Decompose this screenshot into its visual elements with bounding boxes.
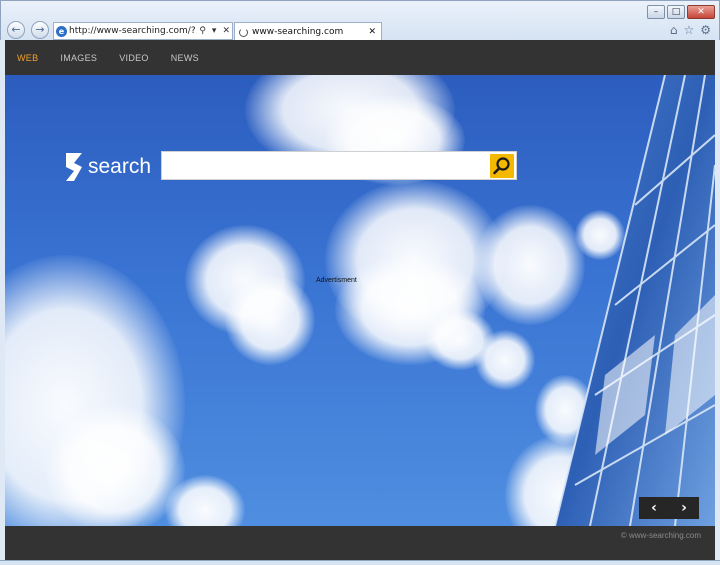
- close-tab-icon[interactable]: ✕: [368, 27, 381, 37]
- hero-background: search Advertisment ‹ ›: [5, 75, 715, 526]
- address-bar[interactable]: e http://www-searching.com/?prd=set ⚲ ▾ …: [53, 22, 233, 40]
- browser-chrome: – □ ✕ ← → e http://www-searching.com/?pr…: [0, 0, 720, 41]
- home-icon[interactable]: ⌂: [670, 23, 678, 37]
- favorites-icon[interactable]: ☆: [683, 23, 694, 37]
- minimize-button[interactable]: –: [647, 5, 665, 19]
- advertisement-label: Advertisment: [316, 277, 357, 284]
- magnifier-icon: [493, 157, 510, 175]
- search-button[interactable]: [490, 154, 514, 178]
- top-nav: WEB IMAGES VIDEO NEWS: [5, 40, 715, 75]
- search-input[interactable]: [162, 152, 488, 179]
- logo[interactable]: search: [62, 151, 151, 183]
- settings-icon[interactable]: ⚙: [700, 23, 711, 37]
- ie-icon: e: [56, 25, 67, 37]
- browser-tools: ⌂ ☆ ⚙: [670, 23, 711, 37]
- copyright-text: © www-searching.com: [620, 531, 701, 540]
- stop-icon[interactable]: ✕: [220, 26, 232, 36]
- dropdown-icon[interactable]: ▾: [210, 26, 219, 36]
- footer: © www-searching.com: [5, 526, 715, 560]
- maximize-button[interactable]: □: [667, 5, 685, 19]
- glass-building: [554, 75, 715, 526]
- logo-text: search: [88, 155, 152, 178]
- forward-button[interactable]: →: [31, 21, 49, 39]
- search-box: [161, 151, 517, 180]
- nav-video[interactable]: VIDEO: [119, 53, 149, 63]
- close-window-button[interactable]: ✕: [687, 5, 715, 19]
- chevron-right-icon[interactable]: ›: [681, 497, 687, 519]
- window-frame-bottom: [0, 560, 720, 565]
- back-button[interactable]: ←: [7, 21, 25, 39]
- nav-web[interactable]: WEB: [17, 53, 38, 63]
- browser-tab[interactable]: www-searching.com ✕: [234, 22, 382, 41]
- nav-news[interactable]: NEWS: [171, 53, 199, 63]
- nav-images[interactable]: IMAGES: [60, 53, 97, 63]
- address-url[interactable]: http://www-searching.com/?prd=set: [69, 26, 195, 36]
- loading-icon: [239, 27, 248, 37]
- logo-s-icon: [66, 153, 82, 181]
- tab-title: www-searching.com: [252, 27, 344, 37]
- carousel-controls: ‹ ›: [639, 497, 699, 519]
- search-icon[interactable]: ⚲: [197, 26, 208, 36]
- chevron-left-icon[interactable]: ‹: [651, 497, 657, 519]
- window-controls: – □ ✕: [647, 5, 715, 19]
